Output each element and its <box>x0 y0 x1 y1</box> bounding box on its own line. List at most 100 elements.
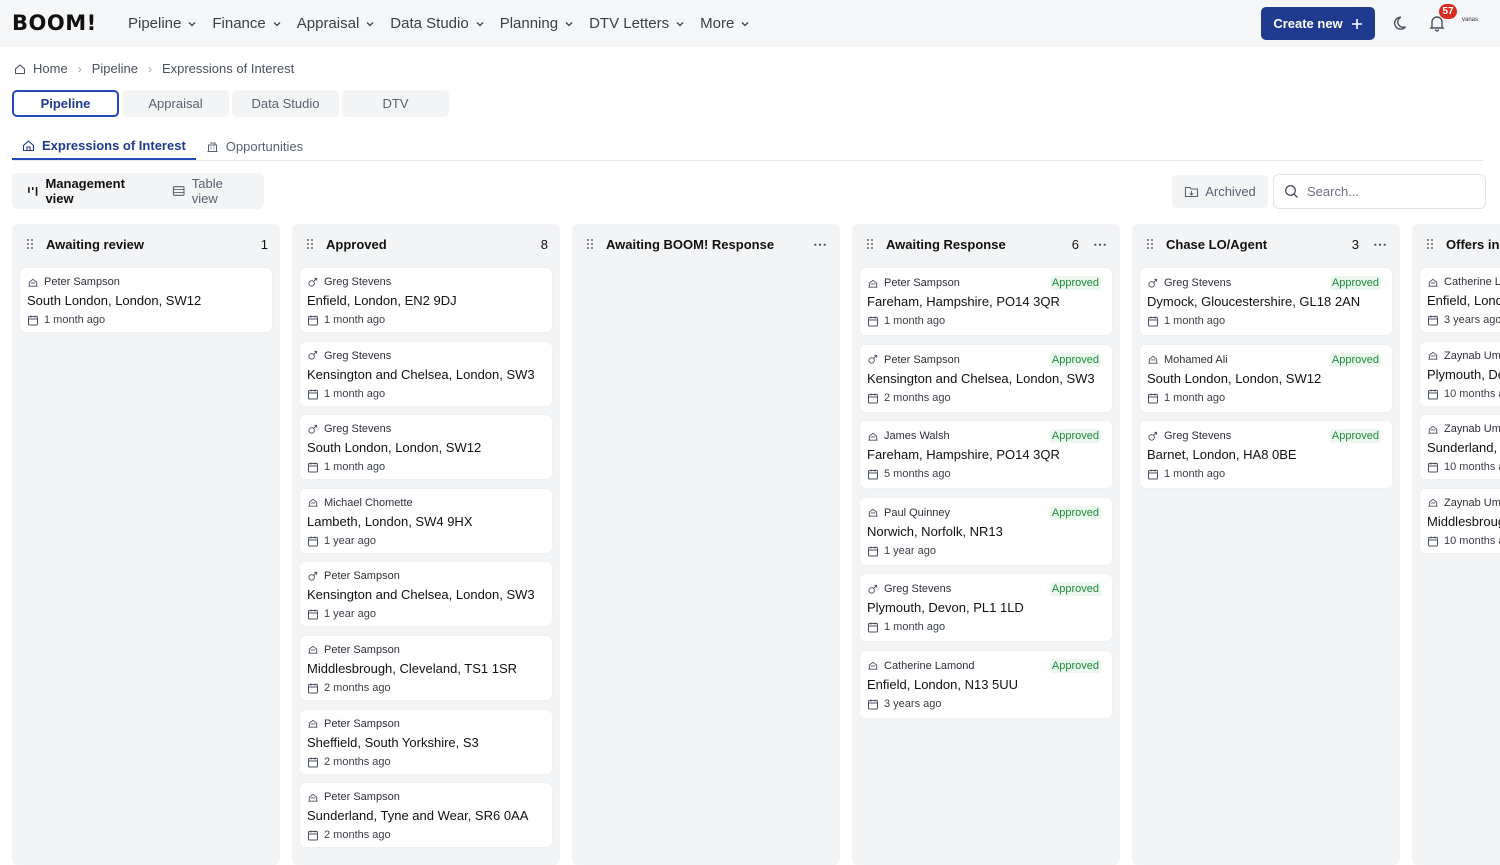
column-header: Awaiting Response 6 ⋯ <box>852 224 1120 264</box>
column-header: Chase LO/Agent 3 ⋯ <box>1132 224 1400 264</box>
nav-planning[interactable]: Planning <box>500 15 574 32</box>
date-text: 1 month ago <box>324 461 386 474</box>
calendar-icon <box>868 546 878 557</box>
column-count: 6 <box>1071 236 1079 252</box>
drag-handle-icon[interactable] <box>306 238 314 250</box>
card-address: Middlesbroug <box>1427 513 1500 529</box>
deal-card[interactable]: Zaynab Um Middlesbroug 10 months a <box>1420 488 1500 553</box>
card-list <box>572 264 840 268</box>
card-date: 1 month ago <box>867 315 1105 327</box>
card-date: 1 month ago <box>307 314 545 326</box>
calendar-icon <box>1148 393 1158 404</box>
drag-handle-icon[interactable] <box>1426 238 1434 250</box>
building-icon <box>868 509 878 517</box>
breadcrumb-current: Expressions of Interest <box>161 61 295 76</box>
tab-pipeline[interactable]: Pipeline <box>12 90 119 117</box>
column-count: 8 <box>540 236 548 252</box>
nav-more[interactable]: More <box>700 15 750 32</box>
nav-pipeline[interactable]: Pipeline <box>128 15 197 32</box>
status-badge: Approved <box>1049 276 1101 290</box>
deal-card[interactable]: Zaynab Um Plymouth, De 10 months a <box>1420 341 1500 406</box>
deal-card[interactable]: Catherine Lamond Enfield, London, N13 5UU… <box>860 650 1112 718</box>
dark-mode-icon[interactable] <box>1393 14 1411 32</box>
view-toggle: Management view Table view <box>12 173 264 209</box>
calendar-icon <box>868 699 878 710</box>
owner-name: Greg Stevens <box>1164 430 1232 443</box>
male-icon <box>1148 278 1158 288</box>
create-new-button[interactable]: Create new <box>1261 7 1375 40</box>
deal-card[interactable]: Peter Sampson Kensington and Chelsea, Lon… <box>860 344 1112 412</box>
calendar-icon <box>868 622 878 633</box>
owner-name: Mohamed Ali <box>1164 353 1228 366</box>
deal-card[interactable]: Michael Chomette Lambeth, London, SW4 9HX… <box>300 488 552 553</box>
deal-card[interactable]: Peter Sampson Middlesbrough, Cleveland, T… <box>300 635 552 700</box>
drag-handle-icon[interactable] <box>866 238 874 250</box>
avatar[interactable]: vanas <box>1462 17 1486 29</box>
card-date: 10 months a <box>1427 535 1500 547</box>
male-icon <box>308 351 318 360</box>
tab-data-studio[interactable]: Data Studio <box>232 90 339 117</box>
date-text: 2 months ago <box>324 829 391 842</box>
owner-name: Michael Chomette <box>324 496 413 509</box>
column-title: Awaiting review <box>46 236 145 252</box>
plus-icon <box>1351 18 1362 29</box>
deal-card[interactable]: Greg Stevens South London, London, SW12 1 … <box>300 415 552 480</box>
tab-expressions-of-interest[interactable]: Expressions of Interest <box>12 133 196 160</box>
deal-card[interactable]: Mohamed Ali South London, London, SW12 1 m… <box>1140 344 1392 412</box>
table-view-button[interactable]: Table view <box>162 176 260 206</box>
deal-card[interactable]: Greg Stevens Dymock, Gloucestershire, GL1… <box>1140 268 1392 335</box>
deal-card[interactable]: Paul Quinney Norwich, Norfolk, NR13 1 year… <box>860 497 1112 565</box>
male-icon <box>868 355 878 364</box>
deal-card[interactable]: Zaynab Um Sunderland, T 10 months a <box>1420 415 1500 480</box>
owner-name: Zaynab Um <box>1444 349 1500 362</box>
deal-card[interactable]: Peter Sampson Kensington and Chelsea, Lon… <box>300 562 552 627</box>
more-options-icon[interactable]: ⋯ <box>813 236 828 253</box>
deal-card[interactable]: Greg Stevens Barnet, London, HA8 0BE 1 mon… <box>1140 421 1392 489</box>
management-view-button[interactable]: Management view <box>16 176 163 206</box>
column-header: Awaiting BOOM! Response ⋯ <box>572 224 840 264</box>
deal-card[interactable]: Peter Sampson Sunderland, Tyne and Wear, … <box>300 783 552 848</box>
deal-card[interactable]: Catherine L Enfield, Lond 3 years ago <box>1420 268 1500 332</box>
deal-card[interactable]: Peter Sampson Sheffield, South Yorkshire,… <box>300 709 552 774</box>
calendar-icon <box>308 462 318 473</box>
owner-name: Peter Sampson <box>884 353 960 366</box>
date-text: 10 months a <box>1444 387 1500 400</box>
archive-icon <box>1185 186 1199 198</box>
archived-button[interactable]: Archived <box>1172 175 1268 208</box>
deal-card[interactable]: Greg Stevens Plymouth, Devon, PL1 1LD 1 mo… <box>860 574 1112 642</box>
nav-appraisal[interactable]: Appraisal <box>297 15 376 32</box>
search-input[interactable] <box>1307 184 1477 199</box>
tab-appraisal[interactable]: Appraisal <box>122 90 229 117</box>
more-options-icon[interactable]: ⋯ <box>1373 236 1388 253</box>
more-options-icon[interactable]: ⋯ <box>1093 236 1108 253</box>
deal-card[interactable]: Greg Stevens Kensington and Chelsea, Lond… <box>300 341 552 406</box>
deal-card[interactable]: James Walsh Fareham, Hampshire, PO14 3QR 5… <box>860 421 1112 489</box>
male-icon <box>308 424 318 434</box>
logo[interactable]: BOOM! <box>12 11 97 35</box>
nav-dtv-letters[interactable]: DTV Letters <box>589 15 685 32</box>
deal-card[interactable]: Peter Sampson Fareham, Hampshire, PO14 3Q… <box>860 268 1112 335</box>
card-owner: Greg Stevens <box>307 275 545 289</box>
kanban-column: Awaiting Response 6 ⋯ Peter Sampson Fareham,… <box>852 224 1120 865</box>
date-text: 10 months a <box>1444 461 1500 474</box>
card-address: Kensington and Chelsea, London, SW3 <box>307 366 535 382</box>
deal-card[interactable]: Peter Sampson South London, London, SW12 1… <box>20 268 272 332</box>
drag-handle-icon[interactable] <box>26 238 34 250</box>
nav-finance[interactable]: Finance <box>212 15 281 32</box>
date-text: 1 year ago <box>884 544 936 557</box>
tab-opportunities[interactable]: Opportunities <box>196 133 313 160</box>
card-date: 10 months a <box>1427 388 1500 400</box>
owner-name: Catherine Lamond <box>884 659 975 672</box>
drag-handle-icon[interactable] <box>1146 238 1154 250</box>
deal-card[interactable]: Greg Stevens Enfield, London, EN2 9DJ 1 mo… <box>300 268 552 332</box>
card-date: 1 month ago <box>1147 468 1385 480</box>
status-badge: Approved <box>1049 429 1101 444</box>
nav-data-studio[interactable]: Data Studio <box>390 15 484 32</box>
tab-dtv[interactable]: DTV <box>342 90 449 117</box>
drag-handle-icon[interactable] <box>586 238 594 250</box>
card-owner: Greg Stevens <box>307 349 545 363</box>
breadcrumb-home[interactable]: Home <box>33 61 68 76</box>
breadcrumb-pipeline[interactable]: Pipeline <box>92 61 138 76</box>
card-address: Plymouth, Devon, PL1 1LD <box>867 600 1024 616</box>
card-address: Sunderland, Tyne and Wear, SR6 0AA <box>307 808 529 824</box>
